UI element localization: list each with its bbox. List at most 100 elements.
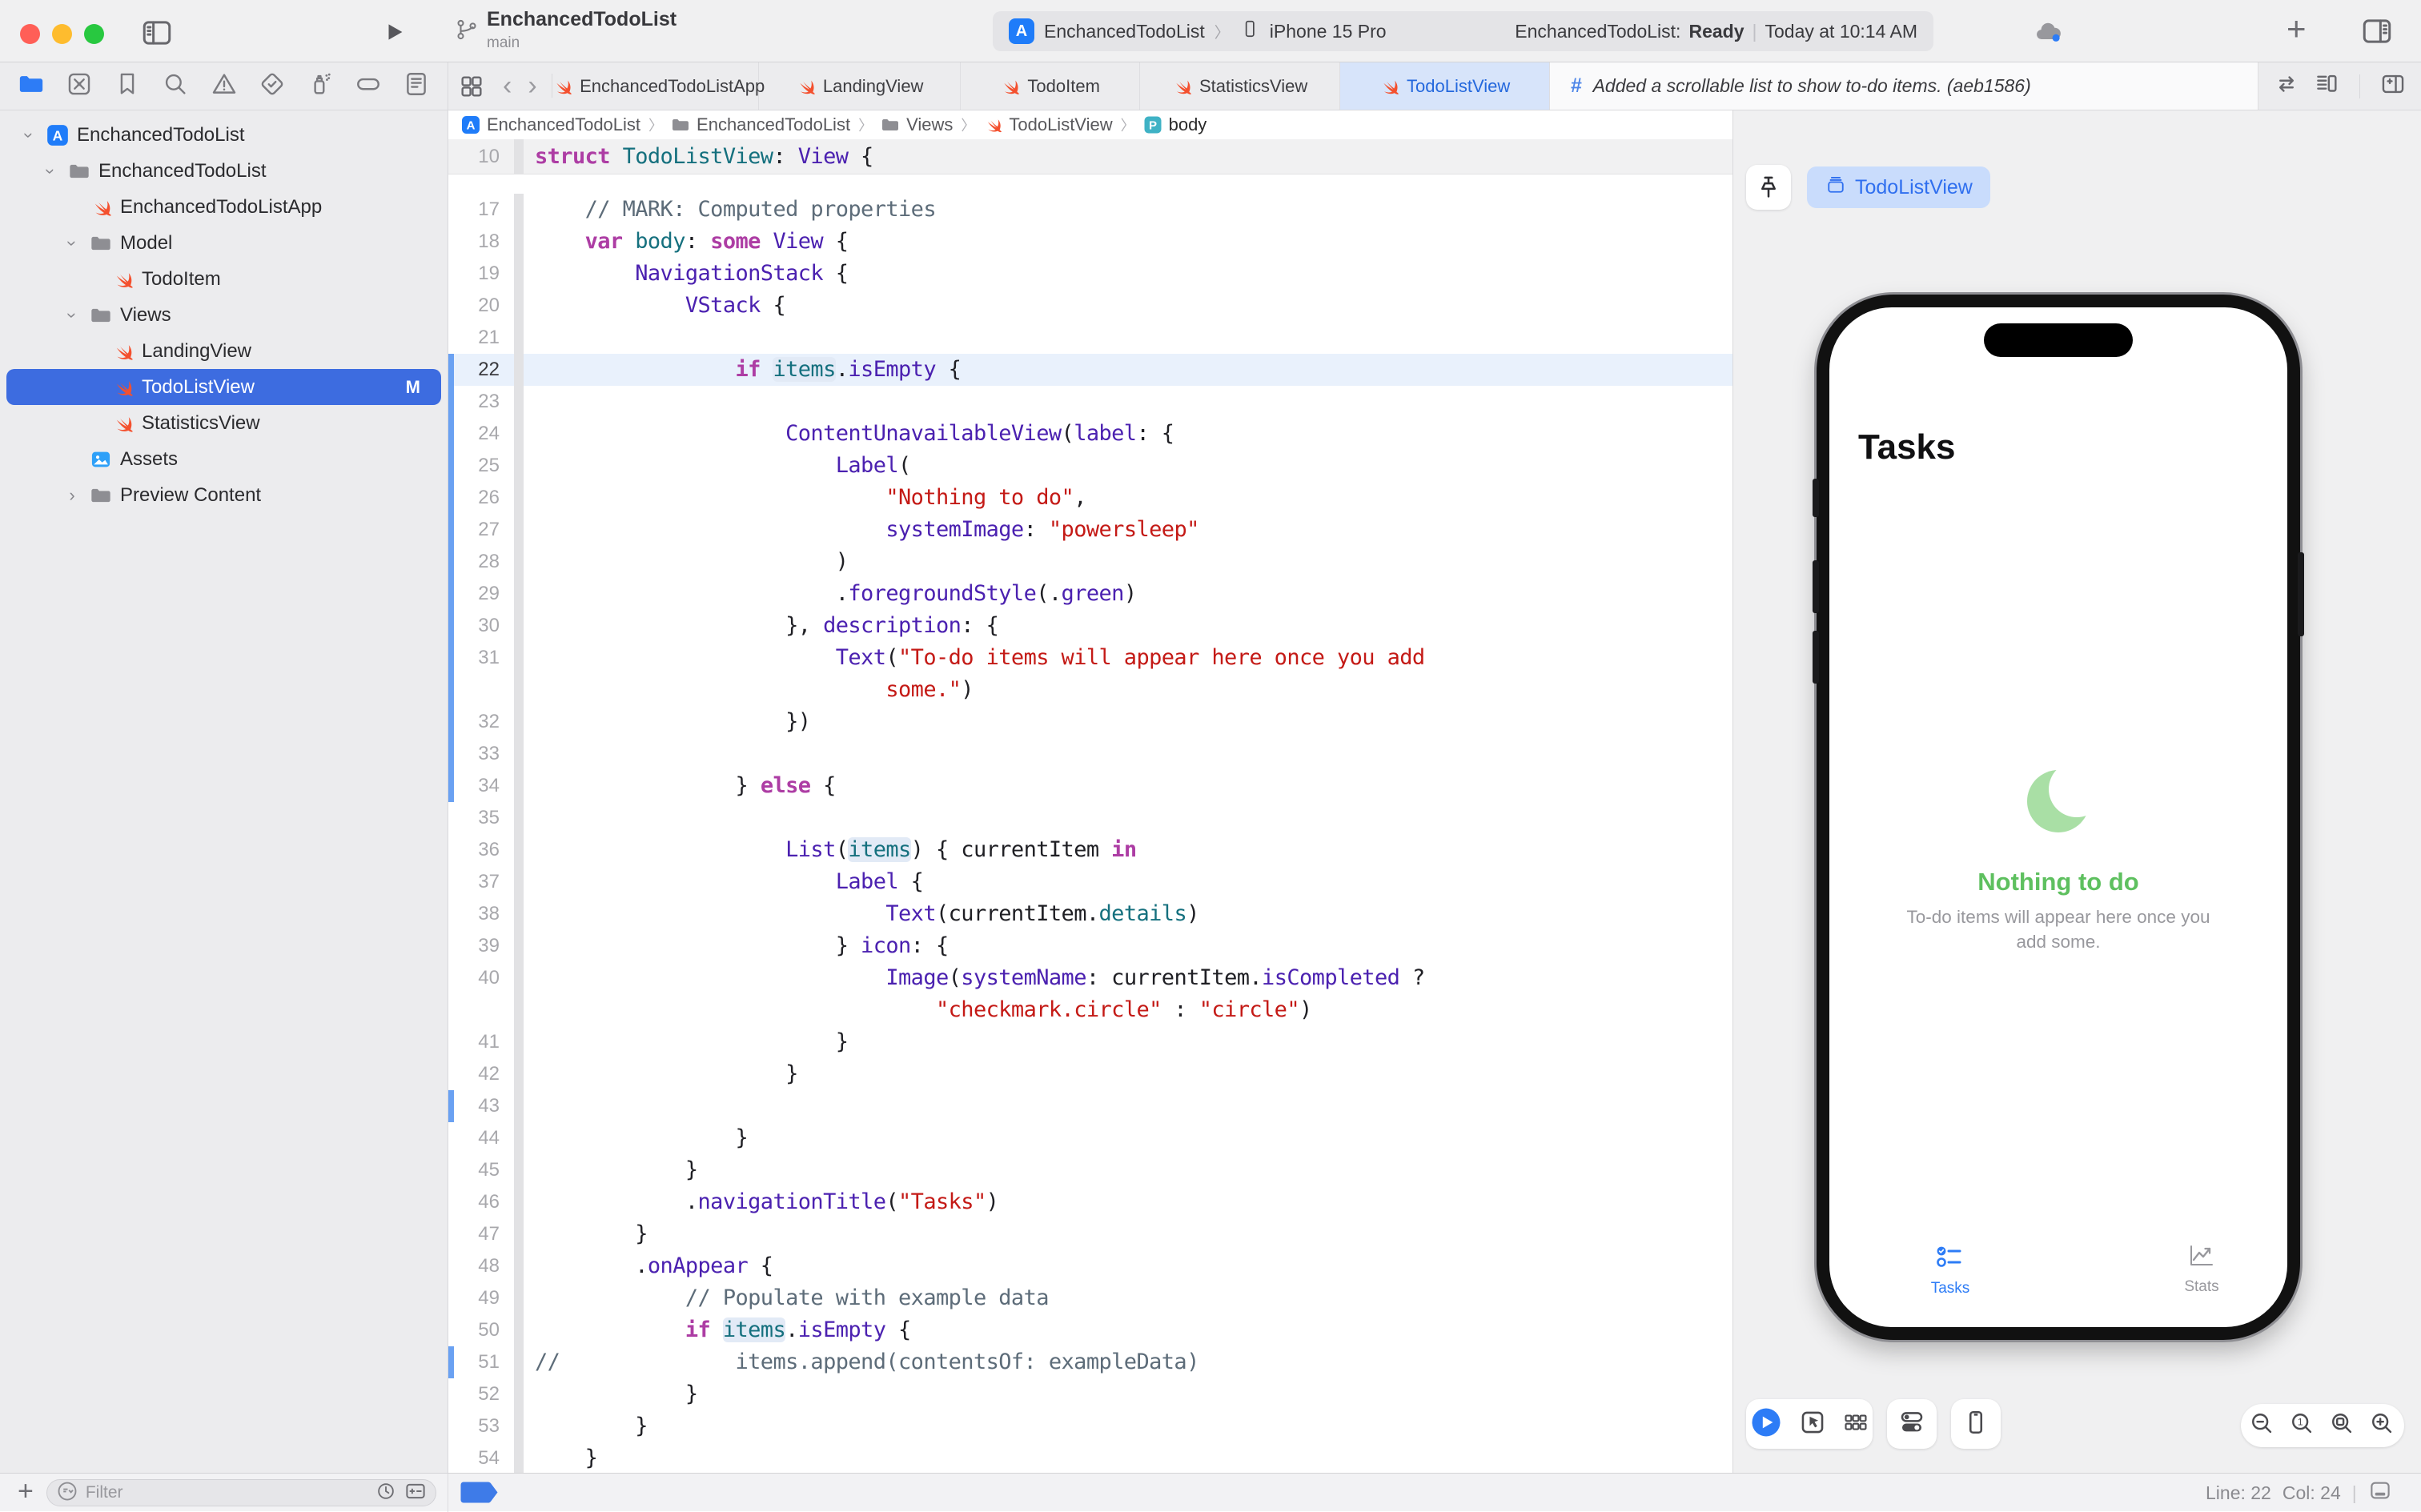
code-line-20[interactable]: 20 VStack { bbox=[448, 290, 1732, 322]
code-line-22[interactable]: 22 if items.isEmpty { bbox=[448, 354, 1732, 386]
fold-ribbon[interactable] bbox=[514, 514, 524, 546]
tab-TodoItem[interactable]: TodoItem bbox=[961, 62, 1140, 110]
fold-ribbon[interactable] bbox=[514, 1346, 524, 1378]
line-number[interactable]: 37 bbox=[448, 866, 514, 898]
iphone-screen[interactable]: Tasks Nothing to do To-do items will app… bbox=[1829, 307, 2287, 1327]
line-number[interactable]: 44 bbox=[448, 1122, 514, 1154]
debug-navigator-button[interactable] bbox=[307, 70, 334, 102]
code-line-54[interactable]: 54 } bbox=[448, 1442, 1732, 1473]
fold-ribbon[interactable] bbox=[514, 322, 524, 354]
line-number[interactable]: 30 bbox=[448, 610, 514, 642]
disclosure-chevron-icon[interactable]: › bbox=[64, 485, 80, 506]
line-number[interactable]: 18 bbox=[448, 226, 514, 258]
code-line-24[interactable]: 24 ContentUnavailableView(label: { bbox=[448, 418, 1732, 450]
fold-ribbon[interactable] bbox=[514, 738, 524, 770]
window-bottom-icon[interactable] bbox=[2368, 1478, 2392, 1507]
code-line-21[interactable]: 21 bbox=[448, 322, 1732, 354]
editor-options-button[interactable] bbox=[2313, 70, 2340, 102]
code-line-49[interactable]: 49 // Populate with example data bbox=[448, 1282, 1732, 1314]
line-number[interactable]: 38 bbox=[448, 898, 514, 930]
code-line-32[interactable]: 32 }) bbox=[448, 706, 1732, 738]
fold-ribbon[interactable] bbox=[514, 418, 524, 450]
code-line-45[interactable]: 45 } bbox=[448, 1154, 1732, 1186]
line-number[interactable]: 31 bbox=[448, 642, 514, 674]
fold-ribbon[interactable] bbox=[514, 139, 524, 174]
line-number[interactable]: 45 bbox=[448, 1154, 514, 1186]
fold-ribbon[interactable] bbox=[514, 1282, 524, 1314]
fold-ribbon[interactable] bbox=[514, 770, 524, 802]
fold-ribbon[interactable] bbox=[514, 1218, 524, 1250]
preview-target-chip[interactable]: TodoListView bbox=[1807, 166, 1990, 208]
line-number[interactable]: 40 bbox=[448, 962, 514, 994]
back-button[interactable]: ‹ bbox=[495, 62, 520, 110]
line-number[interactable] bbox=[448, 674, 514, 706]
code-line-39[interactable]: 39 } icon: { bbox=[448, 930, 1732, 962]
code-line-36[interactable]: 36 List(items) { currentItem in bbox=[448, 834, 1732, 866]
code-line-30[interactable]: 30 }, description: { bbox=[448, 610, 1732, 642]
sidebar-item-Assets[interactable]: Assets bbox=[0, 441, 448, 477]
breadcrumb-item-EnchancedTodoList[interactable]: EnchancedTodoList bbox=[671, 114, 850, 135]
sidebar-item-StatisticsView[interactable]: StatisticsView bbox=[0, 405, 448, 441]
fold-ribbon[interactable] bbox=[514, 450, 524, 482]
breakpoint-indicator[interactable] bbox=[460, 1482, 502, 1507]
flags-filter-icon[interactable] bbox=[404, 1479, 428, 1507]
line-number[interactable]: 20 bbox=[448, 290, 514, 322]
sidebar-item-EnchancedTodoList[interactable]: ›AEnchancedTodoList bbox=[0, 117, 448, 153]
fold-ribbon[interactable] bbox=[514, 930, 524, 962]
disclosure-chevron-icon[interactable]: › bbox=[62, 307, 82, 323]
code-line-46[interactable]: 46 .navigationTitle("Tasks") bbox=[448, 1186, 1732, 1218]
line-number[interactable]: 48 bbox=[448, 1250, 514, 1282]
fold-ribbon[interactable] bbox=[514, 1026, 524, 1058]
fold-ribbon[interactable] bbox=[514, 386, 524, 418]
line-number[interactable]: 47 bbox=[448, 1218, 514, 1250]
sidebar-item-TodoItem[interactable]: TodoItem bbox=[0, 261, 448, 297]
code-line-23[interactable]: 23 bbox=[448, 386, 1732, 418]
line-number[interactable]: 34 bbox=[448, 770, 514, 802]
zoom-to-fit-button[interactable] bbox=[2329, 1410, 2356, 1442]
code-line-19[interactable]: 19 NavigationStack { bbox=[448, 258, 1732, 290]
code-line-38[interactable]: 38 Text(currentItem.details) bbox=[448, 898, 1732, 930]
fold-ribbon[interactable] bbox=[514, 354, 524, 386]
sidebar-toggle-button[interactable] bbox=[140, 16, 174, 54]
code-line-52[interactable]: 52 } bbox=[448, 1378, 1732, 1410]
zoom-window-button[interactable] bbox=[84, 24, 104, 44]
line-number[interactable]: 33 bbox=[448, 738, 514, 770]
fold-ribbon[interactable] bbox=[514, 258, 524, 290]
add-editor-button[interactable] bbox=[2379, 70, 2407, 102]
line-number[interactable]: 41 bbox=[448, 1026, 514, 1058]
device-settings-button[interactable] bbox=[1887, 1399, 1937, 1449]
source-control-navigator-button[interactable] bbox=[66, 70, 93, 102]
code-line-wrap[interactable]: "checkmark.circle" : "circle") bbox=[448, 994, 1732, 1026]
breadcrumb-item-Views[interactable]: Views bbox=[881, 114, 953, 135]
line-number[interactable]: 19 bbox=[448, 258, 514, 290]
zoom-in-button[interactable] bbox=[2369, 1410, 2396, 1442]
fold-ribbon[interactable] bbox=[514, 1314, 524, 1346]
code-line-53[interactable]: 53 } bbox=[448, 1410, 1732, 1442]
code-line-41[interactable]: 41 } bbox=[448, 1026, 1732, 1058]
fold-ribbon[interactable] bbox=[514, 226, 524, 258]
project-navigator-button[interactable] bbox=[18, 70, 45, 102]
code-line-26[interactable]: 26 "Nothing to do", bbox=[448, 482, 1732, 514]
sidebar-item-TodoListView[interactable]: TodoListViewM bbox=[6, 369, 441, 405]
code-line-wrap[interactable]: some.") bbox=[448, 674, 1732, 706]
sidebar-item-LandingView[interactable]: LandingView bbox=[0, 333, 448, 369]
issues-navigator-button[interactable] bbox=[211, 70, 238, 102]
sidebar-item-EnchancedTodoList[interactable]: ›EnchancedTodoList bbox=[0, 153, 448, 189]
fold-ribbon[interactable] bbox=[514, 898, 524, 930]
code-line-43[interactable]: 43 bbox=[448, 1090, 1732, 1122]
tab-overview-button[interactable] bbox=[448, 62, 495, 110]
line-number[interactable]: 27 bbox=[448, 514, 514, 546]
fold-ribbon[interactable] bbox=[514, 290, 524, 322]
scheme-status-bar[interactable]: A EnchancedTodoList 〉 iPhone 15 Pro Ench… bbox=[993, 11, 1933, 51]
tab-EnchancedTodoListApp[interactable]: EnchancedTodoListApp bbox=[559, 62, 759, 110]
fold-ribbon[interactable] bbox=[514, 1058, 524, 1090]
code-line-44[interactable]: 44 } bbox=[448, 1122, 1732, 1154]
line-number[interactable]: 43 bbox=[448, 1090, 514, 1122]
filter-field[interactable]: Filter bbox=[46, 1479, 436, 1506]
breakpoints-navigator-button[interactable] bbox=[355, 70, 382, 102]
pin-preview-button[interactable] bbox=[1746, 165, 1791, 210]
sidebar-item-Preview Content[interactable]: ›Preview Content bbox=[0, 477, 448, 513]
line-number[interactable]: 35 bbox=[448, 802, 514, 834]
fold-ribbon[interactable] bbox=[514, 994, 524, 1026]
forward-button[interactable]: › bbox=[520, 62, 544, 110]
